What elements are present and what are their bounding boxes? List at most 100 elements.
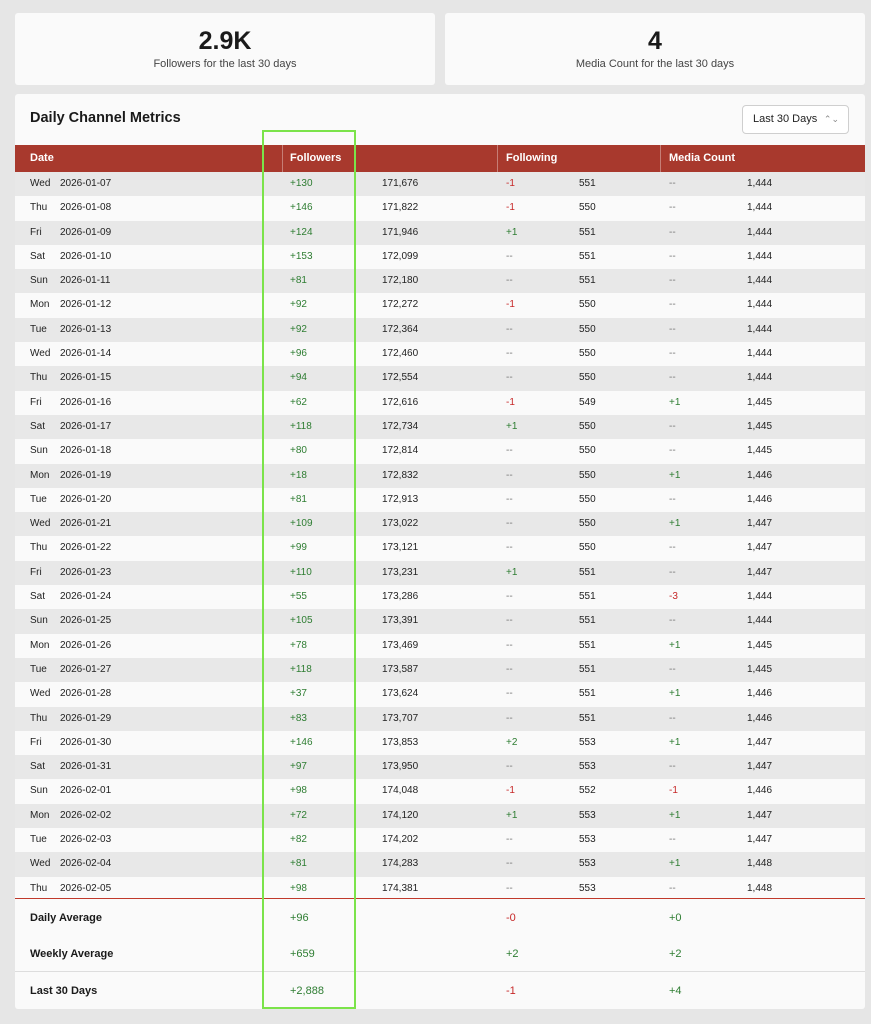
row-date: 2026-01-24 <box>60 591 112 603</box>
row-media-total: 1,444 <box>747 591 773 603</box>
col-date[interactable]: Date <box>30 145 54 172</box>
summary-row-daily: Daily Average +96 -0 +0 <box>15 900 865 936</box>
row-followers-total: 174,202 <box>382 834 419 846</box>
row-media-delta: +1 <box>669 469 681 481</box>
row-media-delta: -- <box>669 372 676 384</box>
row-followers-total: 173,707 <box>382 712 419 724</box>
row-day: Tue <box>30 323 47 335</box>
date-range-select[interactable]: Last 30 Days ⌃⌄ <box>742 105 849 134</box>
chevron-updown-icon: ⌃⌄ <box>823 114 839 124</box>
row-following-delta: -1 <box>506 299 515 311</box>
row-following-delta: -- <box>506 663 513 675</box>
table-row: Tue 2026-02-03 +82 174,202 -- 553 -- 1,447 <box>15 828 865 853</box>
row-following-total: 550 <box>579 469 596 481</box>
summary-label: Last 30 Days <box>30 985 98 997</box>
row-media-total: 1,447 <box>747 834 773 846</box>
row-media-total: 1,444 <box>747 275 773 287</box>
table-body: Wed 2026-01-07 +130 171,676 -1 551 -- 1,444 Thu 2… <box>15 172 865 901</box>
row-media-delta: +1 <box>669 396 681 408</box>
row-date: 2026-01-09 <box>60 226 112 238</box>
row-media-total: 1,445 <box>747 663 773 675</box>
table-row: Tue 2026-01-13 +92 172,364 -- 550 -- 1,444 <box>15 317 865 343</box>
summary-media: +2 <box>669 948 682 960</box>
row-following-delta: +1 <box>506 420 518 432</box>
row-followers-total: 174,048 <box>382 785 419 797</box>
row-following-total: 550 <box>579 420 596 432</box>
row-day: Wed <box>30 348 51 360</box>
row-following-delta: -- <box>506 445 513 457</box>
row-media-total: 1,448 <box>747 858 773 870</box>
table-row: Wed 2026-02-04 +81 174,283 -- 553 +1 1,448 <box>15 852 865 877</box>
row-date: 2026-01-19 <box>60 469 112 481</box>
row-date: 2026-01-27 <box>60 663 112 675</box>
row-day: Sat <box>30 250 46 262</box>
row-media-delta: -- <box>669 323 676 335</box>
row-day: Thu <box>30 372 48 384</box>
col-following[interactable]: Following <box>506 145 557 172</box>
row-day: Fri <box>30 226 42 238</box>
row-media-delta: -- <box>669 299 676 311</box>
row-media-delta: -- <box>669 566 676 578</box>
row-media-delta: -- <box>669 250 676 262</box>
row-followers-total: 173,121 <box>382 542 419 554</box>
row-followers-total: 173,587 <box>382 663 419 675</box>
followers-stat-label: Followers for the last 30 days <box>153 58 297 70</box>
row-followers-total: 172,734 <box>382 420 419 432</box>
row-following-total: 550 <box>579 372 596 384</box>
row-date: 2026-02-03 <box>60 834 112 846</box>
table-row: Tue 2026-01-20 +81 172,913 -- 550 -- 1,446 <box>15 487 865 513</box>
row-date: 2026-01-29 <box>60 712 112 724</box>
row-day: Tue <box>30 493 47 505</box>
col-media-count[interactable]: Media Count <box>669 145 735 172</box>
row-followers-total: 172,272 <box>382 299 419 311</box>
table-row: Mon 2026-01-12 +92 172,272 -1 550 -- 1,444 <box>15 293 865 318</box>
row-following-total: 551 <box>579 639 596 651</box>
row-date: 2026-01-21 <box>60 518 112 530</box>
row-following-total: 550 <box>579 348 596 360</box>
row-date: 2026-01-18 <box>60 445 112 457</box>
row-media-delta: -- <box>669 712 676 724</box>
row-following-total: 551 <box>579 566 596 578</box>
row-media-delta: +1 <box>669 809 681 821</box>
row-media-total: 1,444 <box>747 299 773 311</box>
row-following-total: 550 <box>579 323 596 335</box>
row-day: Wed <box>30 688 51 700</box>
row-following-delta: -- <box>506 882 513 894</box>
row-day: Mon <box>30 809 50 821</box>
row-followers-total: 172,364 <box>382 323 419 335</box>
row-day: Mon <box>30 469 50 481</box>
row-date: 2026-01-25 <box>60 615 112 627</box>
summary-row-weekly: Weekly Average +659 +2 +2 <box>15 936 865 972</box>
row-day: Sat <box>30 761 46 773</box>
row-media-total: 1,445 <box>747 639 773 651</box>
row-media-total: 1,448 <box>747 882 773 894</box>
table-row: Sun 2026-01-25 +105 173,391 -- 551 -- 1,444 <box>15 609 865 634</box>
row-following-delta: +1 <box>506 226 518 238</box>
row-followers-total: 171,676 <box>382 178 419 189</box>
row-followers-total: 171,946 <box>382 226 419 238</box>
row-media-total: 1,447 <box>747 566 773 578</box>
row-date: 2026-01-17 <box>60 420 112 432</box>
summary-following: -1 <box>506 985 516 997</box>
row-date: 2026-01-23 <box>60 566 112 578</box>
table-header: Date Followers Following Media Count <box>15 145 865 172</box>
row-media-delta: -- <box>669 202 676 214</box>
row-date: 2026-01-20 <box>60 493 112 505</box>
row-date: 2026-01-22 <box>60 542 112 554</box>
table-row: Thu 2026-01-08 +146 171,822 -1 550 -- 1,444 <box>15 196 865 221</box>
table-row: Sat 2026-01-24 +55 173,286 -- 551 -3 1,444 <box>15 585 865 610</box>
row-day: Tue <box>30 663 47 675</box>
row-media-total: 1,447 <box>747 518 773 530</box>
row-following-total: 551 <box>579 591 596 603</box>
row-following-total: 553 <box>579 761 596 773</box>
row-following-total: 553 <box>579 834 596 846</box>
row-following-total: 550 <box>579 445 596 457</box>
table-row: Mon 2026-02-02 +72 174,120 +1 553 +1 1,447 <box>15 803 865 829</box>
row-day: Mon <box>30 299 50 311</box>
row-media-delta: -- <box>669 761 676 773</box>
row-following-delta: -- <box>506 372 513 384</box>
row-media-delta: -- <box>669 226 676 238</box>
row-followers-total: 172,913 <box>382 493 419 505</box>
media-stat-label: Media Count for the last 30 days <box>575 58 735 70</box>
row-followers-total: 172,616 <box>382 396 419 408</box>
